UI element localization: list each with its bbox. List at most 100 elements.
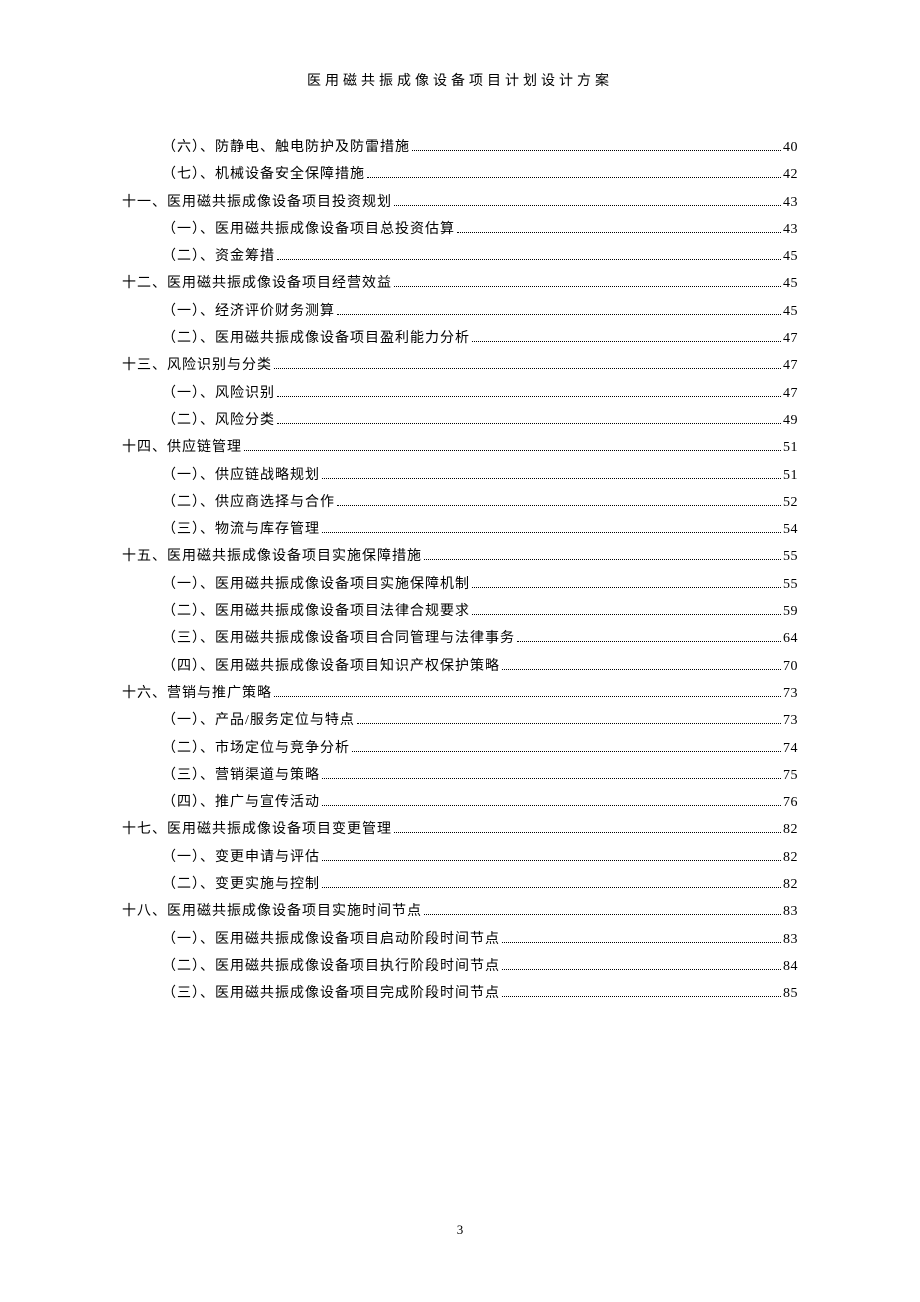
toc-leader-dots	[394, 832, 781, 833]
toc-label: （二）、风险分类	[162, 407, 275, 434]
toc-entry: 十四、供应链管理51	[122, 434, 798, 461]
toc-label: 十三、风险识别与分类	[122, 352, 272, 379]
toc-leader-dots	[322, 860, 781, 861]
toc-leader-dots	[322, 478, 781, 479]
toc-label: （二）、变更实施与控制	[162, 871, 320, 898]
toc-leader-dots	[322, 887, 781, 888]
toc-leader-dots	[424, 914, 781, 915]
toc-leader-dots	[367, 177, 781, 178]
toc-page-number: 64	[783, 625, 798, 652]
toc-leader-dots	[337, 314, 781, 315]
toc-label: 十六、营销与推广策略	[122, 680, 272, 707]
toc-entry: （四）、推广与宣传活动76	[122, 789, 798, 816]
toc-leader-dots	[502, 669, 781, 670]
toc-label: （二）、资金筹措	[162, 243, 275, 270]
toc-entry: （一）、风险识别47	[122, 380, 798, 407]
toc-page-number: 43	[783, 216, 798, 243]
toc-leader-dots	[424, 559, 781, 560]
toc-page-number: 82	[783, 816, 798, 843]
toc-label: （七）、机械设备安全保障措施	[162, 161, 365, 188]
toc-leader-dots	[502, 996, 781, 997]
toc-leader-dots	[472, 587, 781, 588]
toc-page-number: 73	[783, 680, 798, 707]
toc-page-number: 47	[783, 325, 798, 352]
toc-label: （二）、医用磁共振成像设备项目执行阶段时间节点	[162, 953, 500, 980]
toc-label: 十五、医用磁共振成像设备项目实施保障措施	[122, 543, 422, 570]
toc-label: （三）、医用磁共振成像设备项目合同管理与法律事务	[162, 625, 515, 652]
toc-page-number: 70	[783, 653, 798, 680]
toc-page-number: 52	[783, 489, 798, 516]
toc-leader-dots	[277, 259, 781, 260]
toc-page-number: 45	[783, 298, 798, 325]
toc-page-number: 75	[783, 762, 798, 789]
toc-leader-dots	[322, 532, 781, 533]
toc-entry: （二）、医用磁共振成像设备项目盈利能力分析 47	[122, 325, 798, 352]
toc-entry: （三）、医用磁共振成像设备项目合同管理与法律事务 64	[122, 625, 798, 652]
toc-label: （一）、供应链战略规划	[162, 462, 320, 489]
toc-entry: （一）、医用磁共振成像设备项目总投资估算 43	[122, 216, 798, 243]
toc-page-number: 73	[783, 707, 798, 734]
toc-entry: （一）、经济评价财务测算45	[122, 298, 798, 325]
toc-leader-dots	[322, 805, 781, 806]
toc-entry: （二）、变更实施与控制 82	[122, 871, 798, 898]
toc-page-number: 49	[783, 407, 798, 434]
toc-entry: 十三、风险识别与分类47	[122, 352, 798, 379]
toc-page-number: 40	[783, 134, 798, 161]
toc-page-number: 45	[783, 243, 798, 270]
toc-page-number: 42	[783, 161, 798, 188]
toc-leader-dots	[277, 396, 781, 397]
toc-label: （一）、医用磁共振成像设备项目启动阶段时间节点	[162, 926, 500, 953]
toc-label: （二）、市场定位与竞争分析	[162, 735, 350, 762]
toc-label: （二）、医用磁共振成像设备项目法律合规要求	[162, 598, 470, 625]
toc-page-number: 83	[783, 926, 798, 953]
toc-leader-dots	[337, 505, 781, 506]
toc-page-number: 85	[783, 980, 798, 1007]
toc-leader-dots	[502, 969, 781, 970]
toc-label: （一）、变更申请与评估	[162, 844, 320, 871]
toc-label: （六）、防静电、触电防护及防雷措施	[162, 134, 410, 161]
toc-label: （四）、医用磁共振成像设备项目知识产权保护策略	[162, 653, 500, 680]
toc-page-number: 45	[783, 270, 798, 297]
toc-page-number: 51	[783, 434, 798, 461]
toc-label: （一）、产品/服务定位与特点	[162, 707, 355, 734]
toc-page-number: 55	[783, 571, 798, 598]
toc-leader-dots	[322, 778, 781, 779]
toc-entry: 十八、医用磁共振成像设备项目实施时间节点83	[122, 898, 798, 925]
toc-entry: （一）、供应链战略规划 51	[122, 462, 798, 489]
toc-entry: （一）、变更申请与评估82	[122, 844, 798, 871]
toc-leader-dots	[274, 696, 781, 697]
toc-entry: （一）、产品/服务定位与特点 73	[122, 707, 798, 734]
toc-page-number: 82	[783, 871, 798, 898]
toc-entry: （一）、医用磁共振成像设备项目实施保障机制55	[122, 571, 798, 598]
toc-label: （三）、物流与库存管理	[162, 516, 320, 543]
page-number: 3	[0, 1222, 920, 1238]
toc-page-number: 55	[783, 543, 798, 570]
toc-entry: 十六、营销与推广策略 73	[122, 680, 798, 707]
toc-entry: （二）、医用磁共振成像设备项目执行阶段时间节点 84	[122, 953, 798, 980]
toc-entry: （七）、机械设备安全保障措施 42	[122, 161, 798, 188]
toc-entry: 十七、医用磁共振成像设备项目变更管理82	[122, 816, 798, 843]
toc-entry: （二）、风险分类 49	[122, 407, 798, 434]
toc-leader-dots	[502, 942, 781, 943]
toc-leader-dots	[517, 641, 781, 642]
toc-leader-dots	[472, 341, 781, 342]
toc-label: （二）、医用磁共振成像设备项目盈利能力分析	[162, 325, 470, 352]
document-page: 医用磁共振成像设备项目计划设计方案 （六）、防静电、触电防护及防雷措施40（七）…	[0, 0, 920, 1008]
toc-leader-dots	[412, 150, 781, 151]
toc-entry: （一）、医用磁共振成像设备项目启动阶段时间节点 83	[122, 926, 798, 953]
toc-page-number: 59	[783, 598, 798, 625]
toc-page-number: 74	[783, 735, 798, 762]
toc-entry: （三）、物流与库存管理54	[122, 516, 798, 543]
toc-page-number: 76	[783, 789, 798, 816]
table-of-contents: （六）、防静电、触电防护及防雷措施 40 （七）、机械设备安全保障措施 42十一、医用…	[122, 134, 798, 1008]
toc-leader-dots	[394, 205, 781, 206]
toc-entry: （二）、资金筹措 45	[122, 243, 798, 270]
toc-entry: 十五、医用磁共振成像设备项目实施保障措施 55	[122, 543, 798, 570]
toc-entry: 十一、医用磁共振成像设备项目投资规划43	[122, 189, 798, 216]
toc-label: 十二、医用磁共振成像设备项目经营效益	[122, 270, 392, 297]
toc-page-number: 51	[783, 462, 798, 489]
toc-label: （一）、医用磁共振成像设备项目总投资估算	[162, 216, 455, 243]
toc-label: （一）、风险识别	[162, 380, 275, 407]
toc-page-number: 84	[783, 953, 798, 980]
toc-entry: （二）、市场定位与竞争分析 74	[122, 735, 798, 762]
